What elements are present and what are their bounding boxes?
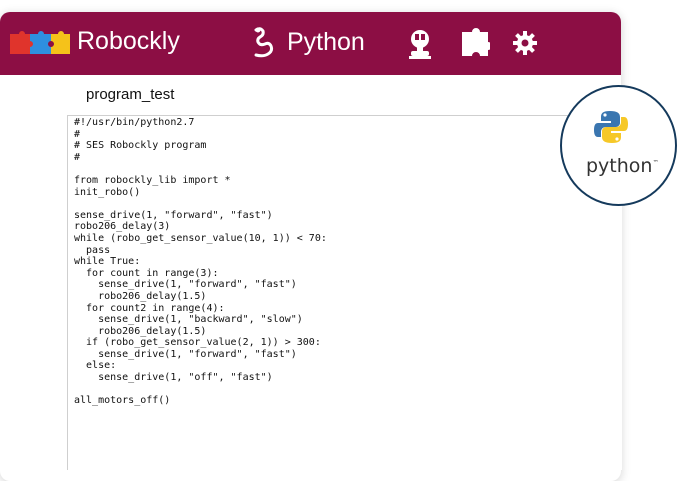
snake-icon[interactable] (250, 26, 276, 60)
python-mode-label[interactable]: Python (287, 28, 365, 57)
app-title: Robockly (77, 27, 180, 55)
python-badge-text: python™ (586, 155, 658, 177)
python-badge[interactable]: python™ (560, 85, 677, 206)
robockly-logo-icon (10, 31, 70, 54)
python-logo-icon (594, 111, 628, 143)
puzzle-icon[interactable] (460, 28, 490, 58)
gear-icon[interactable] (512, 30, 538, 56)
code-text[interactable]: #!/usr/bin/python2.7 # # SES Robockly pr… (68, 116, 622, 407)
python-wordmark: python (586, 155, 653, 177)
top-bar: Robockly Python (0, 12, 621, 75)
code-editor[interactable]: #!/usr/bin/python2.7 # # SES Robockly pr… (67, 115, 622, 470)
robot-icon[interactable] (405, 28, 435, 60)
program-name: program_test (86, 86, 175, 103)
trademark-mark: ™ (652, 159, 659, 167)
